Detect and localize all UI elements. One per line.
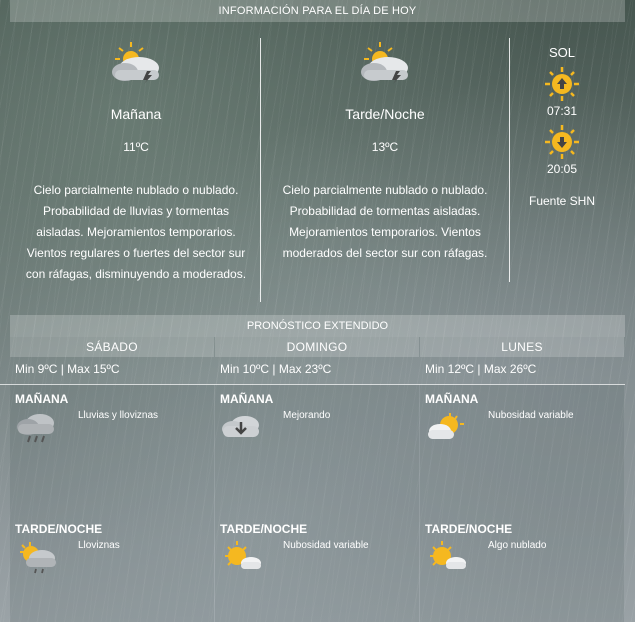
today-morning: Mañana 11ºC Cielo parcialmente nublado o… <box>22 40 250 285</box>
sun-cloud-icon <box>430 541 466 569</box>
partly-cloudy-storm-icon <box>361 42 408 84</box>
period-label: MAÑANA <box>220 392 274 406</box>
sun-info: SOL 07:31 20:05 Fuente SHN <box>512 45 612 208</box>
forecast-day: SÁBADO Min 9ºC | Max 15ºC MAÑANA Lluvias… <box>10 337 214 622</box>
today-evening-title: Tarde/Noche <box>345 106 425 122</box>
sun-label: SOL <box>548 45 575 60</box>
today-morning-title: Mañana <box>110 106 162 122</box>
today-morning-desc: Cielo parcialmente nublado o nublado. Pr… <box>25 183 247 281</box>
period-desc: Nubosidad variable <box>283 540 369 551</box>
period-evening: TARDE/NOCHE Algo nublado <box>420 514 624 622</box>
sunrise-time: 07:31 <box>546 104 578 118</box>
divider <box>260 38 261 302</box>
period-desc: Nubosidad variable <box>488 410 574 421</box>
period-morning: MAÑANA Mejorando <box>215 384 419 514</box>
rain-cloud-icon <box>17 414 54 443</box>
period-desc: Mejorando <box>283 410 331 421</box>
period-evening: TARDE/NOCHE Lloviznas <box>10 514 214 622</box>
sun-cloud-drizzle-icon <box>20 542 56 574</box>
today-evening-temp: 13ºC <box>371 140 399 154</box>
day-minmax: Min 12ºC | Max 26ºC <box>425 362 537 376</box>
period-evening: TARDE/NOCHE Nubosidad variable <box>215 514 419 622</box>
period-desc: Lluvias y lloviznas <box>78 410 159 421</box>
today-morning-temp: 11ºC <box>123 140 149 154</box>
divider <box>0 384 625 385</box>
cloud-down-arrow-icon <box>222 416 259 437</box>
extended-forecast: SÁBADO Min 9ºC | Max 15ºC MAÑANA Lluvias… <box>10 337 625 622</box>
today-evening-desc: Cielo parcialmente nublado o nublado. Pr… <box>282 183 488 260</box>
partly-cloudy-storm-icon <box>112 42 159 84</box>
day-name: LUNES <box>420 337 624 357</box>
extended-header: PRONÓSTICO EXTENDIDO <box>10 315 625 337</box>
today-evening: Tarde/Noche 13ºC Cielo parcialmente nubl… <box>272 40 498 264</box>
sun-cloud-icon <box>225 541 261 569</box>
period-desc: Algo nublado <box>488 540 547 551</box>
cloud-sun-icon <box>428 413 464 439</box>
period-morning: MAÑANA Lluvias y lloviznas <box>10 384 214 514</box>
day-name: SÁBADO <box>10 337 214 357</box>
day-name: DOMINGO <box>215 337 419 357</box>
sunset-time: 20:05 <box>546 162 578 176</box>
forecast-day: LUNES Min 12ºC | Max 26ºC MAÑANA Nubosid… <box>420 337 624 622</box>
period-morning: MAÑANA Nubosidad variable <box>420 384 624 514</box>
day-minmax: Min 9ºC | Max 15ºC <box>15 362 120 376</box>
today-header: INFORMACIÓN PARA EL DÍA DE HOY <box>10 0 625 22</box>
sunrise-icon <box>545 67 579 101</box>
sunset-icon <box>545 125 579 159</box>
period-label: TARDE/NOCHE <box>15 522 103 536</box>
sun-source: Fuente SHN <box>528 194 596 208</box>
period-label: TARDE/NOCHE <box>220 522 308 536</box>
day-minmax: Min 10ºC | Max 23ºC <box>220 362 332 376</box>
period-label: TARDE/NOCHE <box>425 522 513 536</box>
period-label: MAÑANA <box>425 392 479 406</box>
period-label: MAÑANA <box>15 392 69 406</box>
divider <box>509 38 510 282</box>
period-desc: Lloviznas <box>78 540 120 551</box>
forecast-day: DOMINGO Min 10ºC | Max 23ºC MAÑANA Mejor… <box>215 337 419 622</box>
